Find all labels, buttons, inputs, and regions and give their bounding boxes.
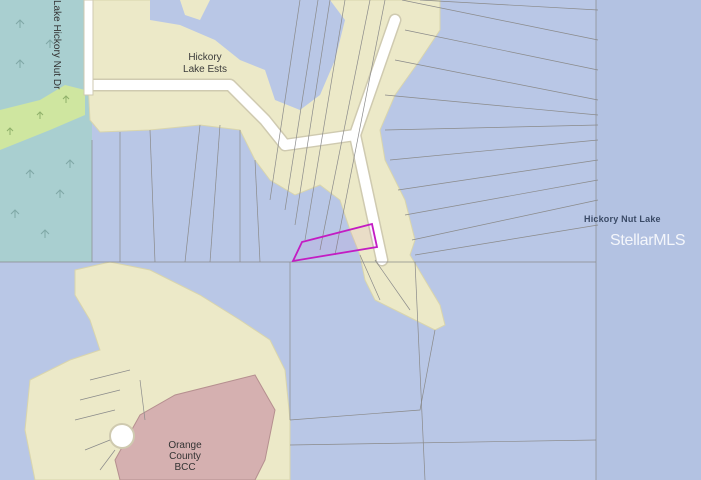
subdivision-label: Hickory Lake Ests [170,52,240,76]
cul-de-sac [109,423,135,449]
watermark: StellarMLS [610,232,686,249]
owner-label-line3: BCC [174,462,196,473]
road-lake-hickory-nut-dr[interactable] [83,0,94,96]
owner-label-line2: County [169,451,201,462]
county-parcel-label: Orange County BCC [150,440,220,473]
map-view[interactable]: Lake Hickory Nut Dr Hickory Lake Ests Hi… [0,0,701,480]
subdivision-label-line1: Hickory [188,52,222,63]
subdivision-label-line2: Lake Ests [183,64,227,75]
map-canvas [0,0,701,480]
road-label: Lake Hickory Nut Dr [51,0,62,90]
lake-label: Hickory Nut Lake [584,214,661,224]
owner-label-line1: Orange [168,440,202,451]
